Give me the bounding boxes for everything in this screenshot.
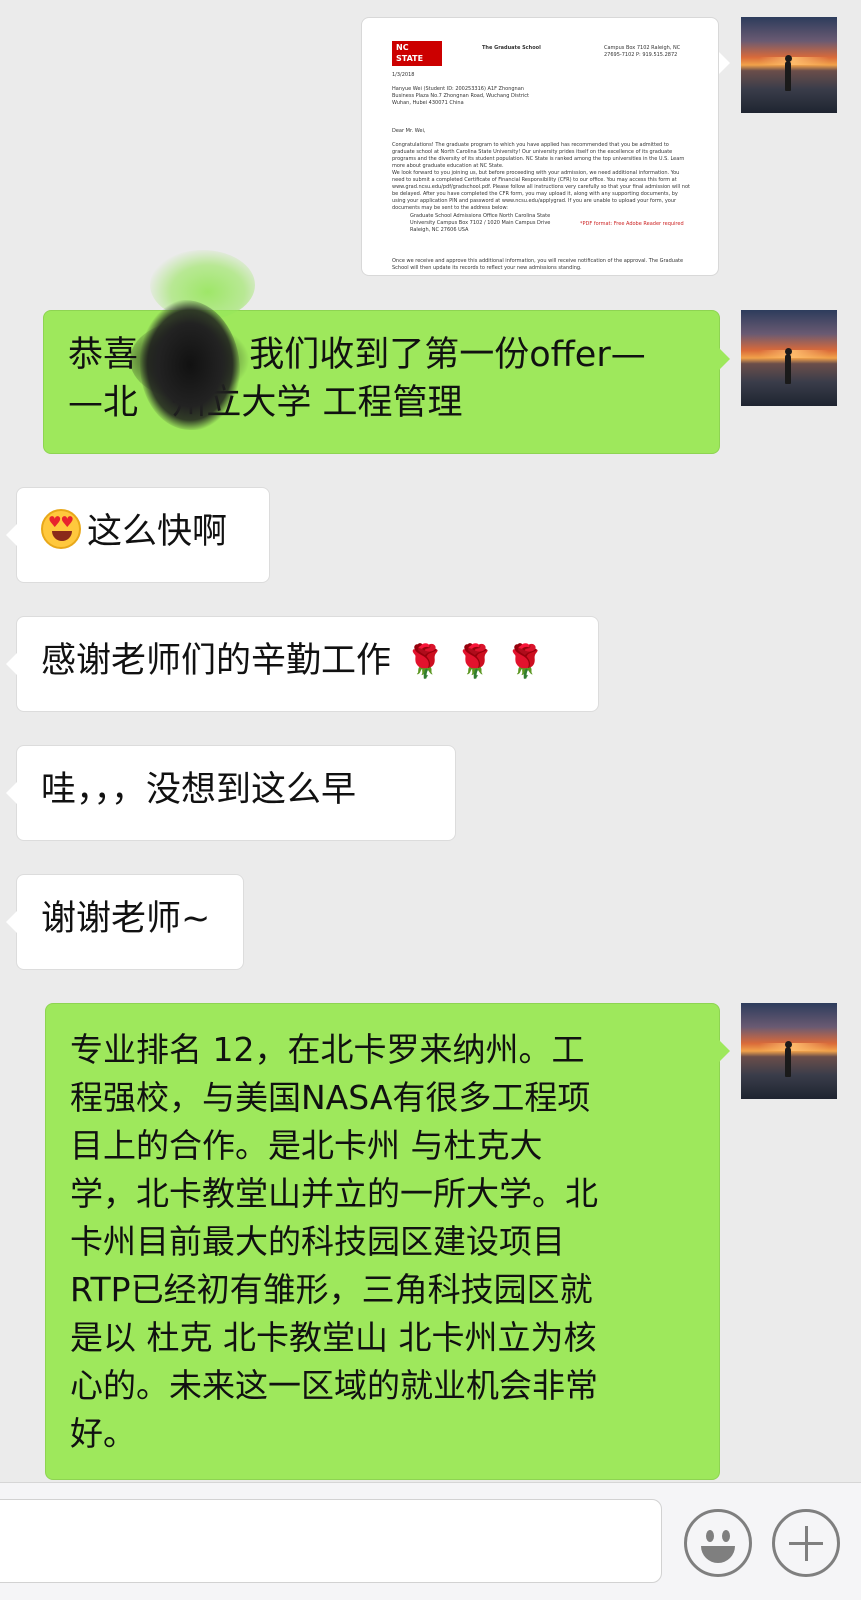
message-text-line: 心的。未来这一区域的就业机会非常 — [70, 1366, 598, 1405]
avatar-sunset — [759, 57, 829, 65]
letter-office-address: Graduate School Admissions Office North … — [410, 213, 551, 233]
letter-pdf-note: *PDF format: Free Adobe Reader required — [580, 221, 684, 227]
avatar-figure — [785, 354, 791, 384]
message-bubble-received[interactable]: 感谢老师们的辛勤工作 🌹 🌹 🌹 — [16, 616, 599, 712]
letter-recipient: Hanyue Wei (Student ID: 200253316) A1F Z… — [392, 86, 529, 106]
message-text: 感谢老师们的辛勤工作 — [41, 641, 392, 681]
letter-header-left: The Graduate School — [482, 45, 541, 51]
letter-paragraph-1: Congratulations! The graduate program to… — [392, 142, 685, 169]
avatar-sunset — [759, 350, 829, 358]
message-text-line: 卡州目前最大的科技园区建设项目 — [70, 1222, 565, 1261]
message-bubble-received[interactable]: 谢谢老师~ — [16, 874, 244, 970]
message-bubble-received[interactable]: 这么快啊 — [16, 487, 270, 583]
bubble-tail — [6, 911, 17, 933]
avatar-figure — [785, 1047, 791, 1077]
smiley-face-icon — [687, 1512, 749, 1574]
heart-eyes-emoji-icon — [41, 509, 81, 549]
bubble-tail — [6, 524, 17, 546]
nc-state-logo: NC STATE UNIVERSITY — [392, 41, 450, 74]
my-avatar[interactable] — [741, 1003, 837, 1099]
message-text: 哇，，，没想到这么早 — [41, 770, 357, 810]
bubble-tail — [6, 653, 17, 675]
bubble-tail — [719, 1040, 730, 1062]
message-text-line: 目上的合作。是北卡州 与杜克大 — [70, 1126, 543, 1165]
letter-salutation: Dear Mr. Wei, — [392, 128, 426, 134]
letter-header-right: Campus Box 7102 Raleigh, NC 27695-7102 P… — [604, 45, 681, 58]
message-text: 谢谢老师~ — [41, 899, 211, 939]
plus-icon — [775, 1512, 837, 1574]
emoji-button[interactable] — [684, 1509, 752, 1577]
rose-emoji-icon: 🌹 🌹 🌹 — [405, 642, 545, 680]
message-text-line: 学，北卡教堂山并立的一所大学。北 — [70, 1174, 598, 1213]
message-text-line: 程强校，与美国NASA有很多工程项 — [70, 1078, 591, 1117]
my-avatar[interactable] — [741, 17, 837, 113]
message-bubble-received[interactable]: 哇，，，没想到这么早 — [16, 745, 456, 841]
avatar-sunset — [759, 1043, 829, 1051]
message-bubble-program-info[interactable]: 专业排名 12，在北卡罗来纳州。工 程强校，与美国NASA有很多工程项 目上的合… — [45, 1003, 720, 1480]
letter-date: 1/3/2018 — [392, 72, 415, 78]
letter-paragraph-3: Once we receive and approve this additio… — [392, 258, 684, 271]
bubble-tail — [6, 782, 17, 804]
message-text-line: 好。 — [70, 1414, 136, 1453]
my-avatar[interactable] — [741, 310, 837, 406]
bubble-tail — [719, 52, 730, 74]
message-text-line: 是以 杜克 北卡教堂山 北卡州立为核 — [70, 1318, 597, 1357]
message-input[interactable] — [0, 1499, 662, 1583]
letter-paragraph-2: We look forward to you joining us, but b… — [392, 170, 690, 211]
more-button[interactable] — [772, 1509, 840, 1577]
message-text: 这么快啊 — [87, 512, 228, 552]
avatar-figure — [785, 61, 791, 91]
message-text-line: RTP已经初有雏形，三角科技园区就 — [70, 1270, 593, 1309]
offer-letter-image[interactable]: NC STATE UNIVERSITY The Graduate School … — [361, 17, 719, 276]
message-text-line: 专业排名 12，在北卡罗来纳州。工 — [70, 1030, 585, 1069]
chat-input-bar — [0, 1482, 861, 1600]
bubble-tail — [719, 348, 730, 370]
